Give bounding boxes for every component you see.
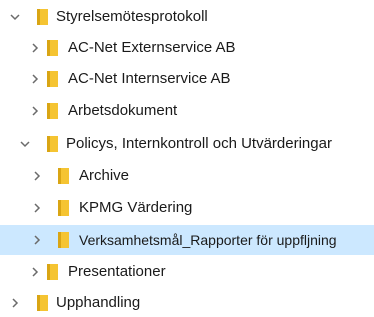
tree-item-arbetsdokument[interactable]: Arbetsdokument xyxy=(0,96,374,126)
folder-icon xyxy=(58,232,69,248)
chevron-right-icon[interactable] xyxy=(27,264,43,280)
tree-item-policys[interactable]: Policys, Internkontroll och Utvärderinga… xyxy=(0,129,374,159)
tree-item-label: Archive xyxy=(79,167,130,184)
tree-item-presentationer[interactable]: Presentationer xyxy=(0,257,374,287)
tree-item-label: AC-Net Externservice AB xyxy=(68,39,236,56)
chevron-right-icon[interactable] xyxy=(29,232,45,248)
tree-item-label: KPMG Värdering xyxy=(79,199,193,216)
tree-item-label: Verksamhetsmål_Rapporter för uppfljning xyxy=(79,232,337,248)
folder-icon xyxy=(47,103,58,119)
chevron-down-icon[interactable] xyxy=(7,9,23,25)
tree-item-styrelsemotesprotokoll[interactable]: Styrelsemötesprotokoll xyxy=(0,2,374,32)
chevron-right-icon[interactable] xyxy=(27,40,43,56)
tree-item-label: Presentationer xyxy=(68,263,166,280)
tree-item-label: Upphandling xyxy=(56,294,141,311)
chevron-right-icon[interactable] xyxy=(29,168,45,184)
tree-item-ac-net-externservice[interactable]: AC-Net Externservice AB xyxy=(0,33,374,63)
tree-item-label: AC-Net Internservice AB xyxy=(68,70,231,87)
folder-icon xyxy=(58,200,69,216)
folder-icon xyxy=(47,264,58,280)
chevron-right-icon[interactable] xyxy=(7,295,23,311)
folder-tree: Styrelsemötesprotokoll AC-Net Externserv… xyxy=(0,0,374,317)
tree-item-label: Styrelsemötesprotokoll xyxy=(56,8,208,25)
chevron-right-icon[interactable] xyxy=(27,71,43,87)
tree-item-verksamhetsmal-selected[interactable]: Verksamhetsmål_Rapporter för uppfljning xyxy=(0,225,374,255)
folder-icon xyxy=(47,71,58,87)
tree-item-label: Arbetsdokument xyxy=(68,102,178,119)
tree-item-archive[interactable]: Archive xyxy=(0,161,374,191)
folder-icon xyxy=(37,295,48,311)
folder-icon xyxy=(47,136,58,152)
chevron-right-icon[interactable] xyxy=(29,200,45,216)
tree-item-label: Policys, Internkontroll och Utvärderinga… xyxy=(66,135,332,152)
tree-item-ac-net-internservice[interactable]: AC-Net Internservice AB xyxy=(0,64,374,94)
tree-item-kpmg-vardering[interactable]: KPMG Värdering xyxy=(0,193,374,223)
chevron-down-icon[interactable] xyxy=(17,136,33,152)
folder-icon xyxy=(58,168,69,184)
folder-icon xyxy=(47,40,58,56)
chevron-right-icon[interactable] xyxy=(27,103,43,119)
tree-item-upphandling[interactable]: Upphandling xyxy=(0,288,374,317)
folder-icon xyxy=(37,9,48,25)
